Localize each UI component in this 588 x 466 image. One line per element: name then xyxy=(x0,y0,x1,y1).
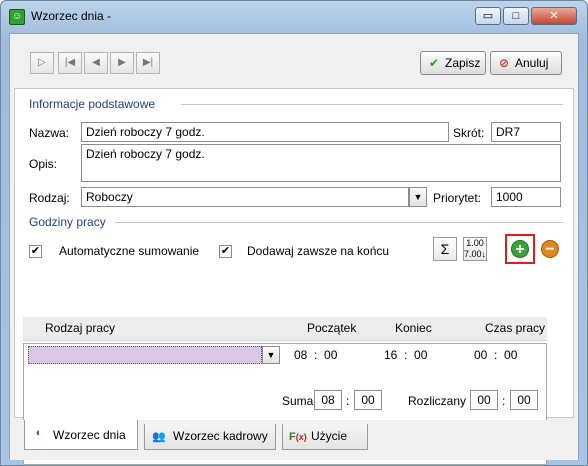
checkmark-icon: ✔ xyxy=(220,245,231,257)
maximize-icon: □ xyxy=(512,10,520,22)
tab-label: Wzorzec kadrowy xyxy=(173,429,268,443)
nav-last-button[interactable]: ▶| xyxy=(136,52,160,74)
function-icon: F(x) xyxy=(289,431,307,443)
tab-usage[interactable]: F(x) Użycie xyxy=(282,424,368,450)
short-field[interactable]: DR7 xyxy=(491,122,561,142)
chevron-down-icon: ▼ xyxy=(266,350,276,360)
cancel-button[interactable]: ⊘ Anuluj xyxy=(490,51,562,75)
column-header-work-type: Rodzaj pracy xyxy=(45,321,116,335)
tab-day-pattern[interactable]: ◐ Wzorzec dnia xyxy=(24,420,138,450)
append-end-checkbox[interactable]: ✔ xyxy=(219,245,232,258)
type-select[interactable]: Roboczy xyxy=(81,187,409,207)
time-separator: : xyxy=(346,394,350,408)
cancel-icon: ⊘ xyxy=(498,56,510,70)
checkmark-icon: ✔ xyxy=(30,245,41,257)
name-field[interactable]: Dzień roboczy 7 godz. xyxy=(81,122,449,142)
column-header-duration: Czas pracy xyxy=(485,321,546,335)
sigma-icon: Σ xyxy=(440,241,450,257)
append-end-label: Dodawaj zawsze na końcu xyxy=(247,244,390,258)
chevron-down-icon: ▼ xyxy=(413,192,423,202)
sum-hours-field[interactable]: 08 xyxy=(314,390,342,410)
section-divider xyxy=(115,222,563,223)
form-panel: Informacje podstawowe Nazwa: Dzień roboc… xyxy=(14,88,574,465)
nav-first-button[interactable]: ▷ xyxy=(30,52,54,74)
remove-row-button[interactable]: − xyxy=(541,240,559,258)
sum-minutes-field[interactable]: 00 xyxy=(354,390,382,410)
nav-next-button[interactable]: ▶ xyxy=(110,52,134,74)
priority-field[interactable]: 1000 xyxy=(491,187,561,207)
settled-hours-field[interactable]: 00 xyxy=(470,390,498,410)
tab-label: Wzorzec dnia xyxy=(53,428,126,442)
tab-staff-pattern[interactable]: 👥 Wzorzec kadrowy xyxy=(144,424,276,450)
description-field[interactable]: Dzień roboczy 7 godz. xyxy=(81,144,561,182)
save-button-label: Zapisz xyxy=(445,56,481,70)
auto-sum-label: Automatyczne sumowanie xyxy=(59,244,200,258)
auto-sum-checkbox[interactable]: ✔ xyxy=(29,245,42,258)
minimize-icon: ▭ xyxy=(482,10,494,22)
add-row-button[interactable]: + xyxy=(511,240,529,258)
grid-header: Rodzaj pracy Początek Koniec Czas pracy xyxy=(23,317,547,341)
day-pattern-icon: ◐ xyxy=(35,427,43,439)
close-icon: ✕ xyxy=(549,10,559,22)
client-area: ▷ |◀ ◀ ▶ ▶| ✔ Zapisz ⊘ Anuluj Informacje… xyxy=(9,33,579,465)
nav-start-button[interactable]: |◀ xyxy=(58,52,82,74)
work-type-dropdown-button[interactable]: ▼ xyxy=(262,346,280,364)
window-title: Wzorzec dnia - xyxy=(31,9,112,23)
start-hour: 08 xyxy=(294,348,308,362)
cancel-button-label: Anuluj xyxy=(515,56,549,70)
time-separator: : xyxy=(502,394,506,408)
arrow-right-icon: ▶ xyxy=(118,57,126,68)
minus-icon: − xyxy=(545,241,555,258)
plus-icon: + xyxy=(515,241,525,258)
work-hours-heading: Godziny pracy xyxy=(29,215,106,229)
settled-minutes-field[interactable]: 00 xyxy=(510,390,538,410)
duration-hour: 00 xyxy=(474,348,488,362)
checkmark-icon: ✔ xyxy=(428,56,440,70)
priority-label: Priorytet: xyxy=(433,191,482,205)
end-time-cell[interactable]: 16 : 00 xyxy=(384,348,427,362)
tab-bar: ◐ Wzorzec dnia 👥 Wzorzec kadrowy F(x) Uż… xyxy=(10,420,578,460)
type-dropdown-button[interactable]: ▼ xyxy=(409,187,427,207)
skip-forward-icon: ▶| xyxy=(142,57,154,68)
play-icon: ▷ xyxy=(38,57,46,68)
sum-button[interactable]: Σ xyxy=(433,237,457,261)
work-type-cell[interactable] xyxy=(28,346,262,364)
maximize-button[interactable]: □ xyxy=(503,7,529,25)
nav-prev-button[interactable]: ◀ xyxy=(84,52,108,74)
type-label: Rodzaj: xyxy=(29,191,70,205)
app-icon: ☺ xyxy=(9,9,25,25)
sum-label: Suma xyxy=(282,394,314,408)
main-window: ☺ Wzorzec dnia - ▭ □ ✕ ▷ |◀ ◀ ▶ ▶| ✔ Zap… xyxy=(0,0,588,466)
close-button[interactable]: ✕ xyxy=(531,7,577,25)
name-label: Nazwa: xyxy=(29,126,70,140)
titlebar: ☺ Wzorzec dnia - ▭ □ ✕ xyxy=(1,1,587,29)
duration-minute: 00 xyxy=(504,348,518,362)
save-button[interactable]: ✔ Zapisz xyxy=(420,51,486,75)
end-hour: 16 xyxy=(384,348,398,362)
duration-cell[interactable]: 00 : 00 xyxy=(474,348,517,362)
section-divider xyxy=(181,104,563,105)
column-header-end: Koniec xyxy=(395,321,432,335)
tab-label: Użycie xyxy=(311,429,348,443)
sort-numbers-icon: 1.00 7.00↓ xyxy=(464,238,487,259)
start-minute: 00 xyxy=(324,348,338,362)
arrow-left-icon: ◀ xyxy=(92,57,100,68)
minimize-button[interactable]: ▭ xyxy=(475,7,501,25)
start-time-cell[interactable]: 08 : 00 xyxy=(294,348,337,362)
end-minute: 00 xyxy=(414,348,428,362)
people-icon: 👥 xyxy=(152,431,166,443)
column-header-start: Początek xyxy=(307,321,357,335)
basic-info-heading: Informacje podstawowe xyxy=(29,97,156,111)
skip-back-icon: |◀ xyxy=(64,57,76,68)
short-label: Skrót: xyxy=(453,126,485,140)
sort-button[interactable]: 1.00 7.00↓ xyxy=(463,237,487,261)
description-label: Opis: xyxy=(29,157,58,171)
settled-label: Rozliczany xyxy=(408,394,467,408)
